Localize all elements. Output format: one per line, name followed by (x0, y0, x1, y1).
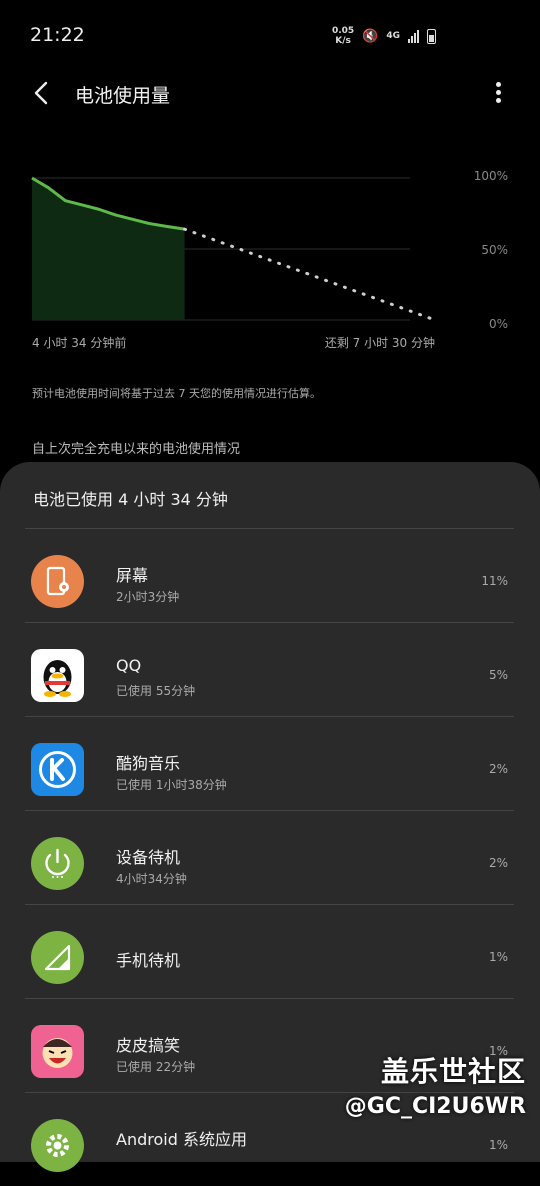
app-usage: 已使用 55分钟 (116, 684, 196, 698)
kugou-icon (31, 743, 84, 796)
signal-strength-icon (408, 29, 419, 43)
chart-canvas (31, 176, 437, 322)
watermark-brand: 盖乐世社区 (380, 1055, 526, 1088)
x-label-start: 4 小时 34 分钟前 (32, 336, 127, 350)
pipi-face-icon (31, 1025, 84, 1078)
power-icon (31, 837, 84, 890)
y-tick-50: 50% (481, 243, 508, 257)
status-bar: 21:22 0.05 K/s 🔇 4G (0, 0, 540, 70)
app-name: 酷狗音乐 (116, 754, 181, 773)
usage-summary: 电池已使用 4 小时 34 分钟 (33, 490, 228, 509)
gear-icon (31, 1119, 84, 1172)
projection-line (183, 227, 437, 322)
battery-chart: 100% 50% 0% 4 小时 34 分钟前 还剩 7 小时 30 分钟 (0, 160, 540, 360)
status-icons: 0.05 K/s 🔇 4G (332, 26, 436, 46)
app-name: 屏幕 (116, 566, 149, 585)
app-bar: 电池使用量 (0, 70, 540, 120)
section-header: 自上次完全充电以来的电池使用情况 (32, 442, 241, 457)
app-usage: 2小时3分钟 (116, 590, 180, 604)
page-title: 电池使用量 (75, 85, 171, 107)
app-usage: 已使用 1小时38分钟 (116, 778, 227, 792)
more-options-icon[interactable] (488, 80, 508, 108)
list-item-qq[interactable]: QQ 已使用 55分钟 5% (0, 622, 540, 716)
app-percent: 1% (488, 950, 508, 964)
list-item-device-idle[interactable]: 设备待机 4小时34分钟 2% (0, 810, 540, 904)
app-percent: 2% (488, 762, 508, 776)
app-percent: 11% (481, 574, 508, 588)
watermark: 盖乐世社区 @GC_CI2U6WR (345, 1050, 526, 1119)
app-name: 手机待机 (116, 951, 181, 970)
app-percent: 1% (488, 1138, 508, 1152)
back-arrow-icon[interactable] (30, 80, 56, 106)
app-percent: 2% (488, 856, 508, 870)
mute-icon: 🔇 (362, 28, 379, 44)
app-percent: 5% (488, 668, 508, 682)
usage-area (32, 178, 185, 320)
qq-penguin-icon (31, 649, 84, 702)
y-tick-0: 0% (488, 317, 508, 331)
app-name: Android 系统应用 (116, 1130, 247, 1149)
estimate-note: 预计电池使用时间将基于过去 7 天您的使用情况进行估算。 (32, 387, 321, 400)
app-usage: 已使用 22分钟 (116, 1060, 196, 1074)
app-usage: 4小时34分钟 (116, 872, 187, 886)
network-type: 4G (386, 31, 400, 41)
app-name: 设备待机 (116, 848, 181, 867)
clock: 21:22 (30, 24, 85, 46)
app-name: 皮皮搞笑 (116, 1036, 181, 1055)
watermark-handle: @GC_CI2U6WR (344, 1094, 526, 1119)
list-item-screen[interactable]: 屏幕 2小时3分钟 11% (0, 528, 540, 622)
list-item-kugou[interactable]: 酷狗音乐 已使用 1小时38分钟 2% (0, 716, 540, 810)
battery-icon (427, 28, 436, 44)
x-label-end: 还剩 7 小时 30 分钟 (324, 336, 435, 350)
list-item-phone-idle[interactable]: 手机待机 1% (0, 904, 540, 998)
screen-icon (31, 555, 84, 608)
signal-icon (31, 931, 84, 984)
app-name: QQ (116, 656, 142, 675)
y-tick-100: 100% (473, 169, 508, 183)
net-speed: 0.05 K/s (331, 26, 355, 46)
